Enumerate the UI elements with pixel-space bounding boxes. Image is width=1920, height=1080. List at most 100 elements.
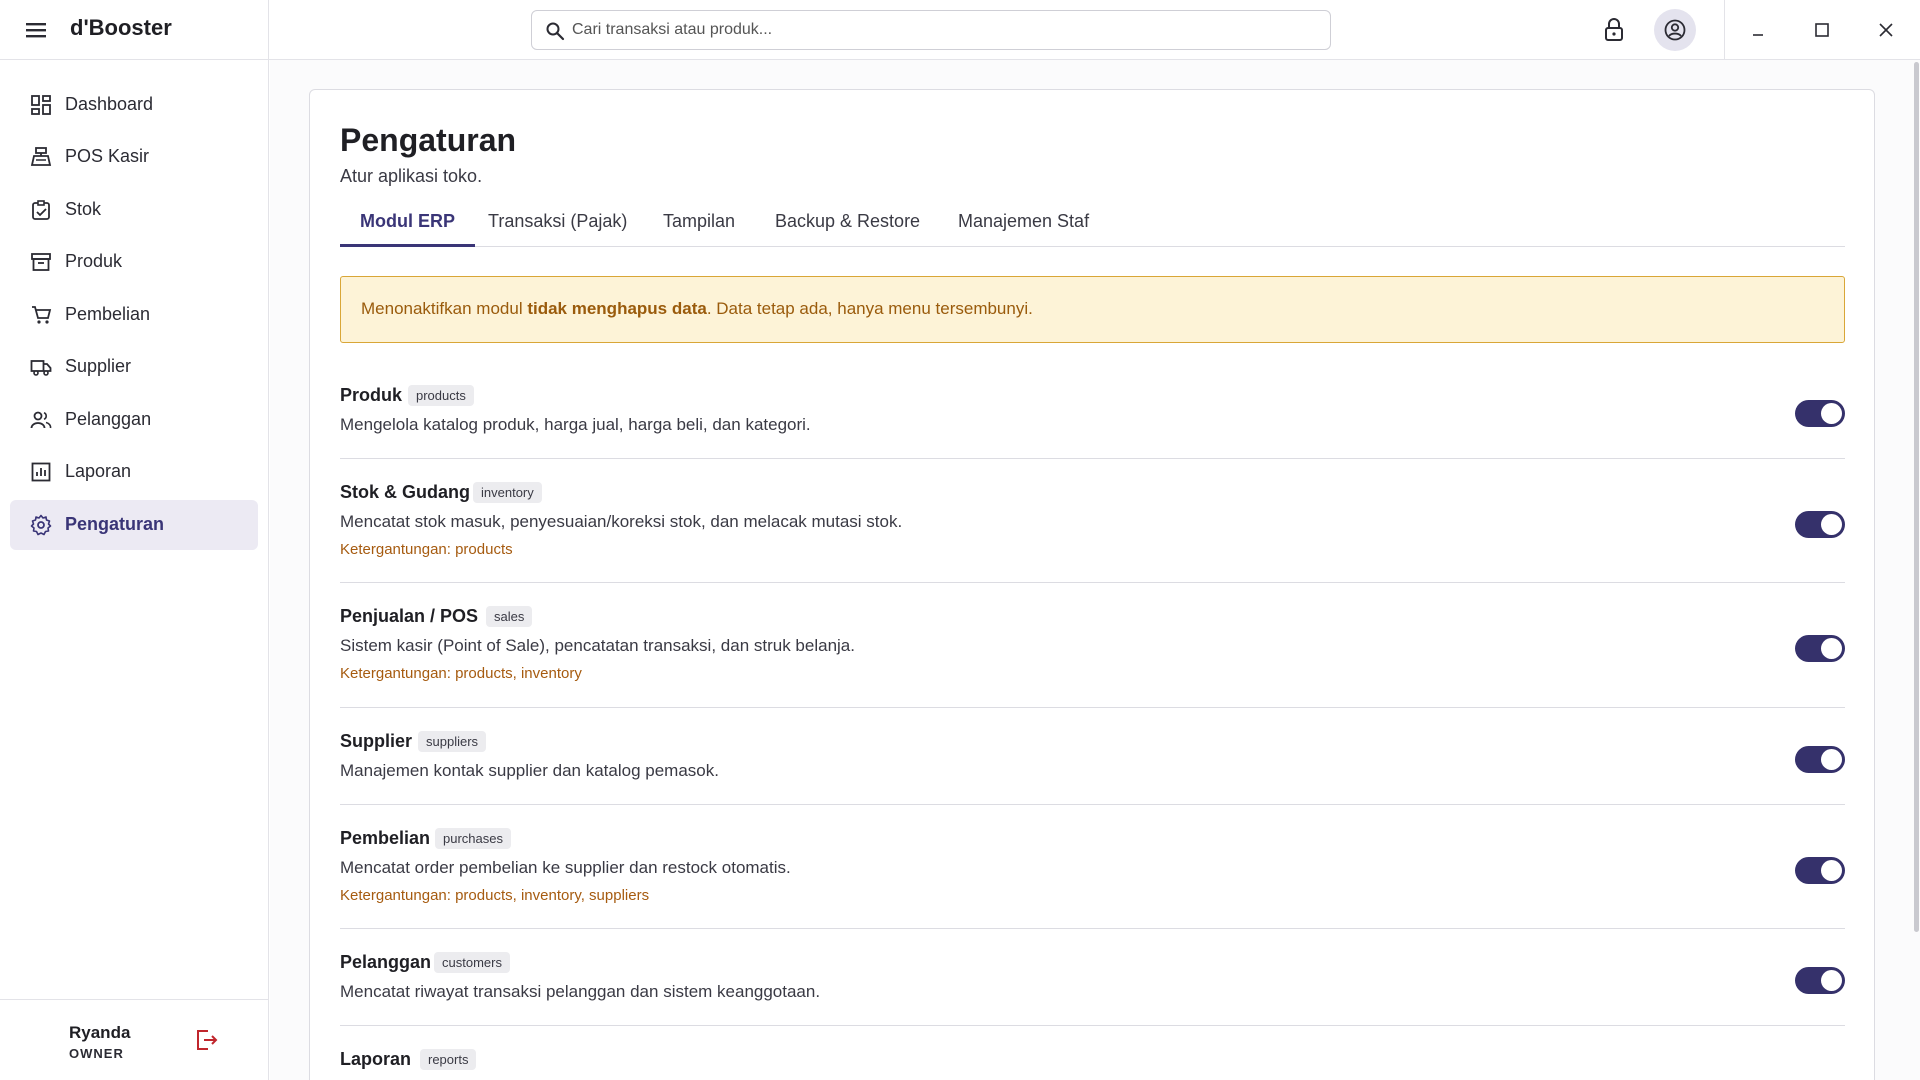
alert-suffix: . Data tetap ada, hanya menu tersembunyi… <box>706 299 1033 318</box>
archive-icon <box>30 251 52 273</box>
top-bar: d'Booster <box>0 0 1920 60</box>
gear-icon <box>30 514 52 536</box>
module-toggle[interactable] <box>1795 857 1845 884</box>
maximize-icon[interactable] <box>1806 14 1838 46</box>
module-toggle[interactable] <box>1795 746 1845 773</box>
search-icon <box>546 22 565 41</box>
module-name: Produk <box>340 385 403 405</box>
search-bar[interactable] <box>531 10 1331 50</box>
module-code-badge: reports <box>420 1049 477 1070</box>
cart-icon <box>30 304 52 326</box>
cashier-icon <box>30 146 52 168</box>
sidebar-item-produk[interactable]: Produk <box>10 237 258 287</box>
module-toggle[interactable] <box>1795 635 1845 662</box>
tab-backup-restore[interactable]: Backup & Restore <box>775 202 920 247</box>
module-dependency: Ketergantungan: products, inventory, sup… <box>340 887 650 904</box>
module-description: Sistem kasir (Point of Sale), pencatatan… <box>340 636 855 655</box>
lock-icon[interactable] <box>1598 14 1630 46</box>
toggle-knob <box>1821 514 1842 535</box>
module-description: Mencatat order pembelian ke supplier dan… <box>340 858 791 877</box>
module-code-badge: customers <box>434 952 510 973</box>
people-icon <box>30 409 52 431</box>
module-name: Laporan <box>340 1049 412 1069</box>
sidebar-item-dashboard[interactable]: Dashboard <box>10 80 258 130</box>
module-name: Stok & Gudang <box>340 482 470 502</box>
report-icon <box>30 461 52 483</box>
toggle-knob <box>1821 749 1842 770</box>
module-name: Pelanggan <box>340 952 432 972</box>
module-dependency: Ketergantungan: products, inventory <box>340 665 582 682</box>
truck-icon <box>30 356 52 378</box>
user-panel: Ryanda OWNER <box>0 999 269 1080</box>
page-subtitle: Atur aplikasi toko. <box>340 166 483 186</box>
sidebar-item-label: POS Kasir <box>65 146 150 166</box>
divider <box>340 458 1845 459</box>
user-name: Ryanda <box>69 1023 131 1042</box>
toggle-knob <box>1821 638 1842 659</box>
account-icon[interactable] <box>1654 9 1696 51</box>
divider <box>340 804 1845 805</box>
module-code-badge: products <box>408 385 474 406</box>
module-code-badge: sales <box>486 606 533 627</box>
page-title: Pengaturan <box>340 122 517 158</box>
sidebar-item-stok[interactable]: Stok <box>10 185 258 235</box>
dashboard-icon <box>30 94 52 116</box>
sidebar-item-label: Dashboard <box>65 94 154 114</box>
sidebar-item-pos-kasir[interactable]: POS Kasir <box>10 132 258 182</box>
search-input[interactable] <box>572 11 1312 49</box>
settings-card: Pengaturan Atur aplikasi toko. Modul ERP… <box>309 89 1875 1080</box>
divider <box>340 928 1845 929</box>
module-description: Mencatat riwayat transaksi pelanggan dan… <box>340 982 821 1001</box>
toggle-knob <box>1821 403 1842 424</box>
toggle-knob <box>1821 970 1842 991</box>
sidebar-item-label: Pelanggan <box>65 409 152 429</box>
sidebar-item-label: Pengaturan <box>65 514 165 534</box>
inventory-icon <box>30 199 52 221</box>
module-toggle[interactable] <box>1795 400 1845 427</box>
module-row-inventory: Stok & Gudang inventory Mencatat stok ma… <box>340 482 1845 572</box>
tab-tampilan[interactable]: Tampilan <box>663 202 735 247</box>
tab-transaksi-pajak[interactable]: Transaksi (Pajak) <box>488 202 627 247</box>
logout-icon[interactable] <box>194 1027 220 1053</box>
module-description: Manajemen kontak supplier dan katalog pe… <box>340 761 719 780</box>
brand-area: d'Booster <box>0 0 269 60</box>
sidebar-item-pembelian[interactable]: Pembelian <box>10 290 258 340</box>
sidebar-item-label: Pembelian <box>65 304 151 324</box>
module-code-badge: inventory <box>473 482 542 503</box>
app-title: d'Booster <box>70 15 172 40</box>
sidebar: Dashboard POS Kasir Stok Produk Pembelia… <box>0 60 269 1080</box>
sidebar-item-label: Laporan <box>65 461 132 481</box>
divider <box>340 707 1845 708</box>
module-row-products: Produk products Mengelola katalog produk… <box>340 385 1845 455</box>
toggle-knob <box>1821 860 1842 881</box>
minimize-icon[interactable] <box>1742 14 1774 46</box>
sidebar-item-pelanggan[interactable]: Pelanggan <box>10 395 258 445</box>
tab-modul-erp[interactable]: Modul ERP <box>340 202 475 247</box>
module-name: Supplier <box>340 731 413 751</box>
module-row-sales: Penjualan / POS sales Sistem kasir (Poin… <box>340 606 1845 696</box>
module-row-customers: Pelanggan customers Mencatat riwayat tra… <box>340 952 1845 1022</box>
alert-prefix: Menonaktifkan modul <box>361 299 528 318</box>
sidebar-item-label: Stok <box>65 199 102 219</box>
module-toggle[interactable] <box>1795 511 1845 538</box>
scrollbar[interactable] <box>1914 62 1919 932</box>
settings-tabs: Modul ERP Transaksi (Pajak) Tampilan Bac… <box>340 202 1845 247</box>
module-name: Pembelian <box>340 828 431 848</box>
sidebar-item-supplier[interactable]: Supplier <box>10 342 258 392</box>
window-separator <box>1724 0 1725 60</box>
module-description: Mengelola katalog produk, harga jual, ha… <box>340 415 811 434</box>
sidebar-item-laporan[interactable]: Laporan <box>10 447 258 497</box>
divider <box>340 1025 1845 1026</box>
sidebar-item-pengaturan[interactable]: Pengaturan <box>10 500 258 550</box>
alert-text: Menonaktifkan modul tidak menghapus data… <box>361 299 1033 319</box>
divider <box>340 582 1845 583</box>
module-row-purchases: Pembelian purchases Mencatat order pembe… <box>340 828 1845 918</box>
alert-bold: tidak menghapus data <box>527 299 707 318</box>
tab-manajemen-staf[interactable]: Manajemen Staf <box>958 202 1089 247</box>
user-role: OWNER <box>69 1046 124 1061</box>
module-code-badge: suppliers <box>418 731 487 752</box>
menu-icon[interactable] <box>22 17 50 43</box>
module-toggle[interactable] <box>1795 967 1845 994</box>
module-name: Penjualan / POS <box>340 606 479 626</box>
close-icon[interactable] <box>1870 14 1902 46</box>
